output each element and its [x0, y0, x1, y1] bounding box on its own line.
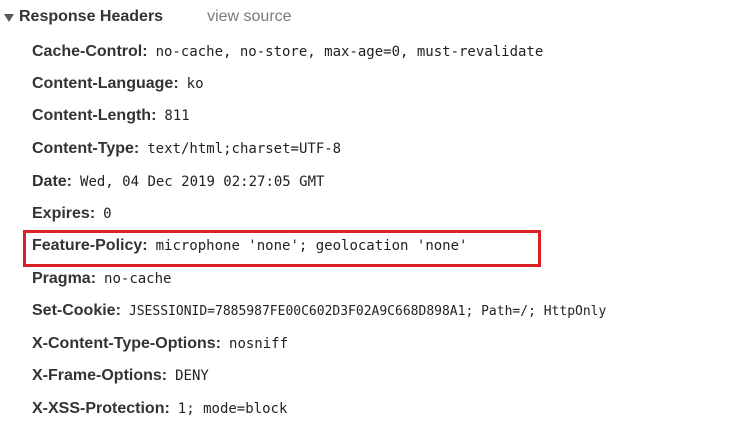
header-row-pragma: Pragma: no-cache [32, 267, 171, 291]
header-name: Content-Type: [32, 140, 140, 157]
header-row-date: Date: Wed, 04 Dec 2019 02:27:05 GMT [32, 170, 324, 194]
header-value: text/html;charset=UTF-8 [147, 141, 342, 157]
header-row-content-language: Content-Language: ko [32, 72, 204, 96]
header-value: JSESSIONID=7885987FE00C602D3F02A9C668D89… [128, 303, 607, 319]
header-row-content-length: Content-Length: 811 [32, 104, 190, 128]
header-name: Content-Length: [32, 107, 157, 124]
header-name: Cache-Control: [32, 43, 148, 60]
header-value: 1; mode=block [177, 401, 288, 417]
header-value: 0 [103, 206, 112, 222]
header-value: nosniff [229, 336, 289, 352]
highlight-box [23, 230, 541, 267]
header-name: X-Frame-Options: [32, 367, 168, 384]
header-value: Wed, 04 Dec 2019 02:27:05 GMT [80, 174, 325, 190]
header-value: DENY [175, 368, 209, 384]
header-name: Set-Cookie: [32, 302, 121, 319]
header-row-x-content-type-options: X-Content-Type-Options: nosniff [32, 332, 288, 356]
header-value: ko [186, 76, 204, 92]
section-title: Response Headers [19, 8, 164, 25]
header-value: no-cache [104, 271, 172, 287]
header-value: no-cache, no-store, max-age=0, must-reva… [155, 44, 544, 60]
header-row-expires: Expires: 0 [32, 202, 112, 226]
view-source-link[interactable]: view source [207, 8, 291, 26]
header-name: Expires: [32, 205, 96, 222]
header-name: X-Content-Type-Options: [32, 335, 222, 352]
header-row-set-cookie: Set-Cookie: JSESSIONID=7885987FE00C602D3… [32, 299, 606, 323]
triangle-down-icon[interactable] [4, 13, 14, 22]
response-headers-section-header[interactable]: Response Headers view source [4, 6, 292, 28]
header-name: Content-Language: [32, 75, 179, 92]
header-row-x-frame-options: X-Frame-Options: DENY [32, 364, 209, 388]
header-name: X-XSS-Protection: [32, 400, 170, 417]
header-row-cache-control: Cache-Control: no-cache, no-store, max-a… [32, 40, 543, 64]
header-row-content-type: Content-Type: text/html;charset=UTF-8 [32, 137, 341, 161]
header-name: Pragma: [32, 270, 97, 287]
header-name: Date: [32, 173, 73, 190]
header-row-x-xss-protection: X-XSS-Protection: 1; mode=block [32, 397, 287, 421]
header-value: 811 [164, 108, 190, 124]
